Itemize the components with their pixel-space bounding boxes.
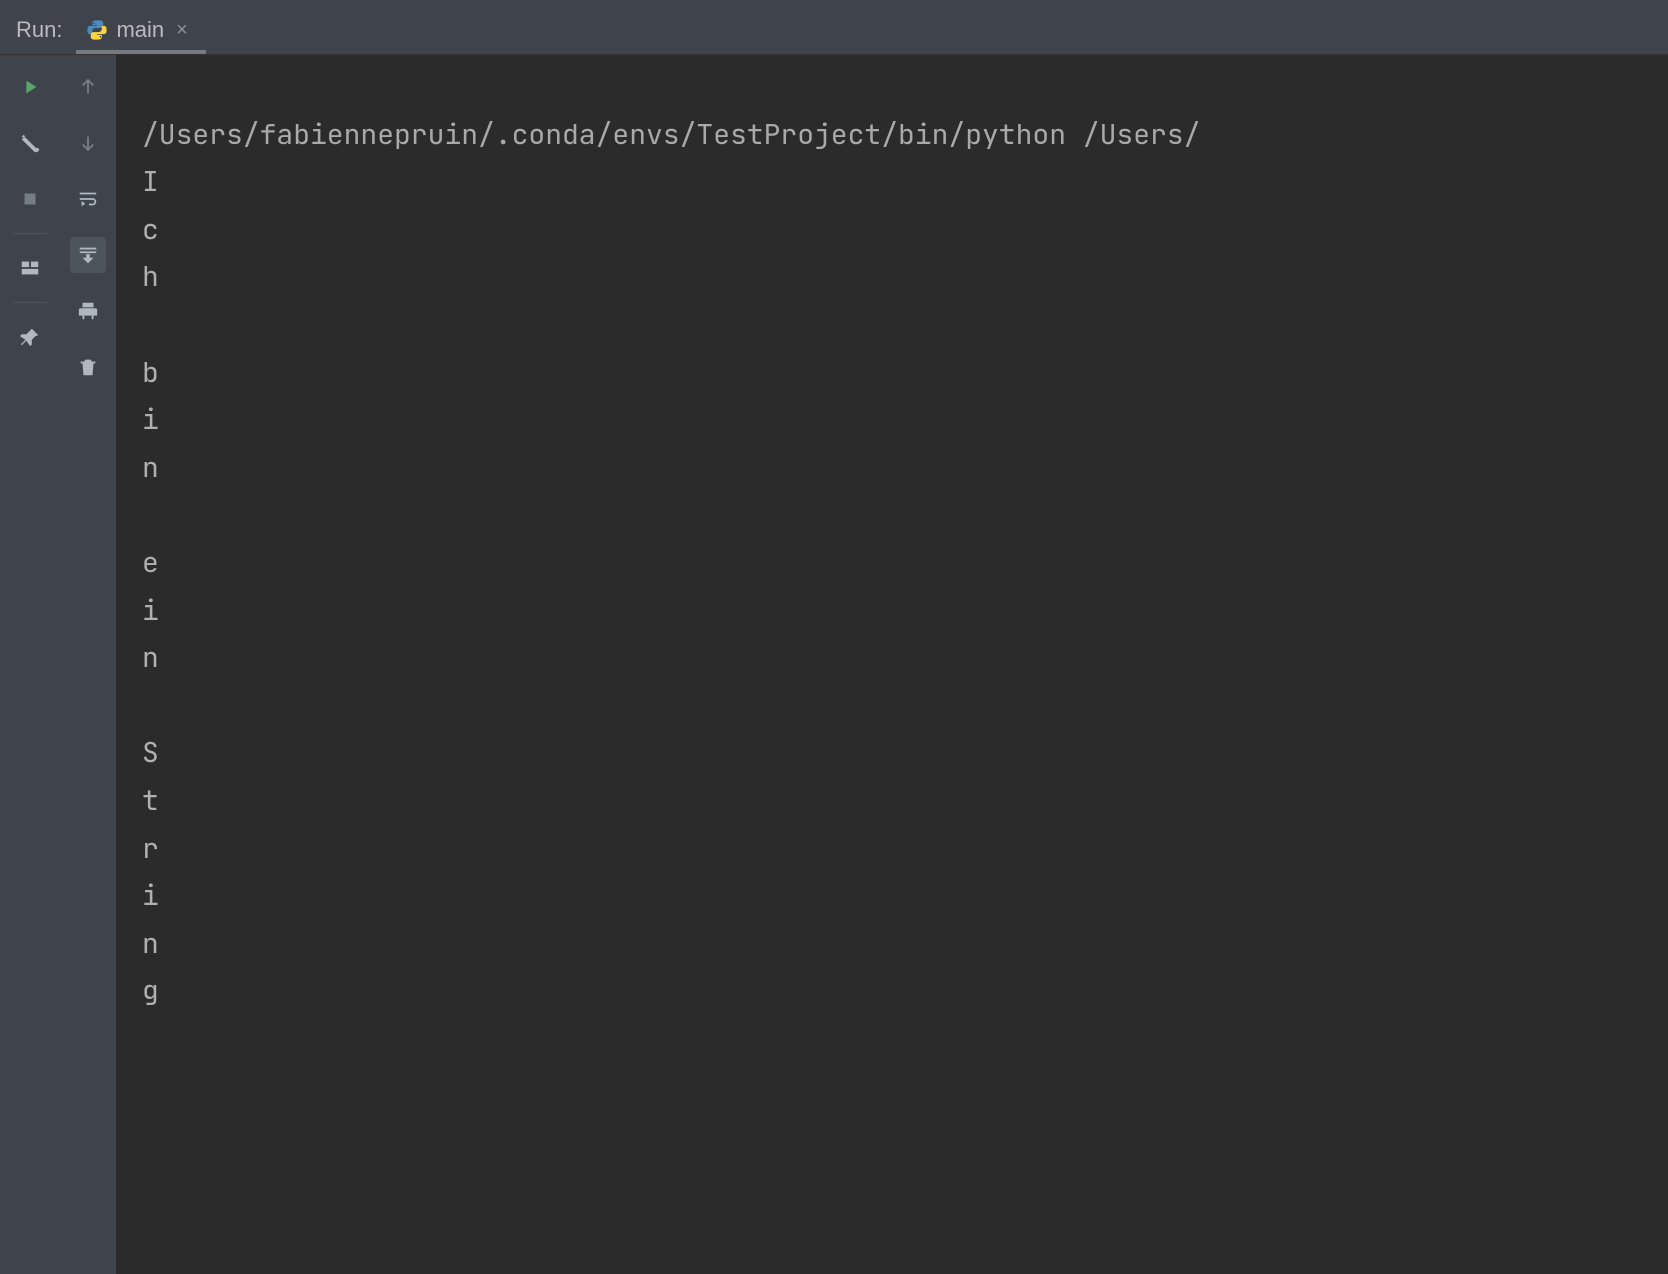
tab-name: main bbox=[116, 17, 164, 43]
separator bbox=[13, 302, 47, 303]
soft-wrap-button[interactable] bbox=[70, 181, 106, 217]
command-line: /Users/fabiennepruin/.conda/envs/TestPro… bbox=[142, 116, 1200, 153]
run-toolbar-secondary bbox=[60, 55, 116, 1274]
run-tool-window: Run: main × bbox=[0, 0, 1668, 1274]
run-toolbar-primary bbox=[0, 55, 60, 1274]
down-stack-button[interactable] bbox=[70, 125, 106, 161]
scroll-to-end-button[interactable] bbox=[70, 237, 106, 273]
clear-all-button[interactable] bbox=[70, 349, 106, 385]
stop-button[interactable] bbox=[12, 181, 48, 217]
up-stack-button[interactable] bbox=[70, 69, 106, 105]
run-label: Run: bbox=[0, 6, 76, 54]
console-output[interactable]: /Users/fabiennepruin/.conda/envs/TestPro… bbox=[116, 55, 1668, 1274]
print-button[interactable] bbox=[70, 293, 106, 329]
run-header: Run: main × bbox=[0, 6, 1668, 54]
modify-run-config-button[interactable] bbox=[12, 125, 48, 161]
rerun-button[interactable] bbox=[12, 69, 48, 105]
program-output: I c h b i n e i n S t r i n g bbox=[142, 163, 159, 1009]
run-tab-main[interactable]: main × bbox=[76, 6, 205, 54]
layout-button[interactable] bbox=[12, 250, 48, 286]
close-icon[interactable]: × bbox=[172, 20, 188, 40]
run-body: /Users/fabiennepruin/.conda/envs/TestPro… bbox=[0, 54, 1668, 1274]
pin-tab-button[interactable] bbox=[12, 319, 48, 355]
python-icon bbox=[86, 19, 108, 41]
separator bbox=[13, 233, 47, 234]
